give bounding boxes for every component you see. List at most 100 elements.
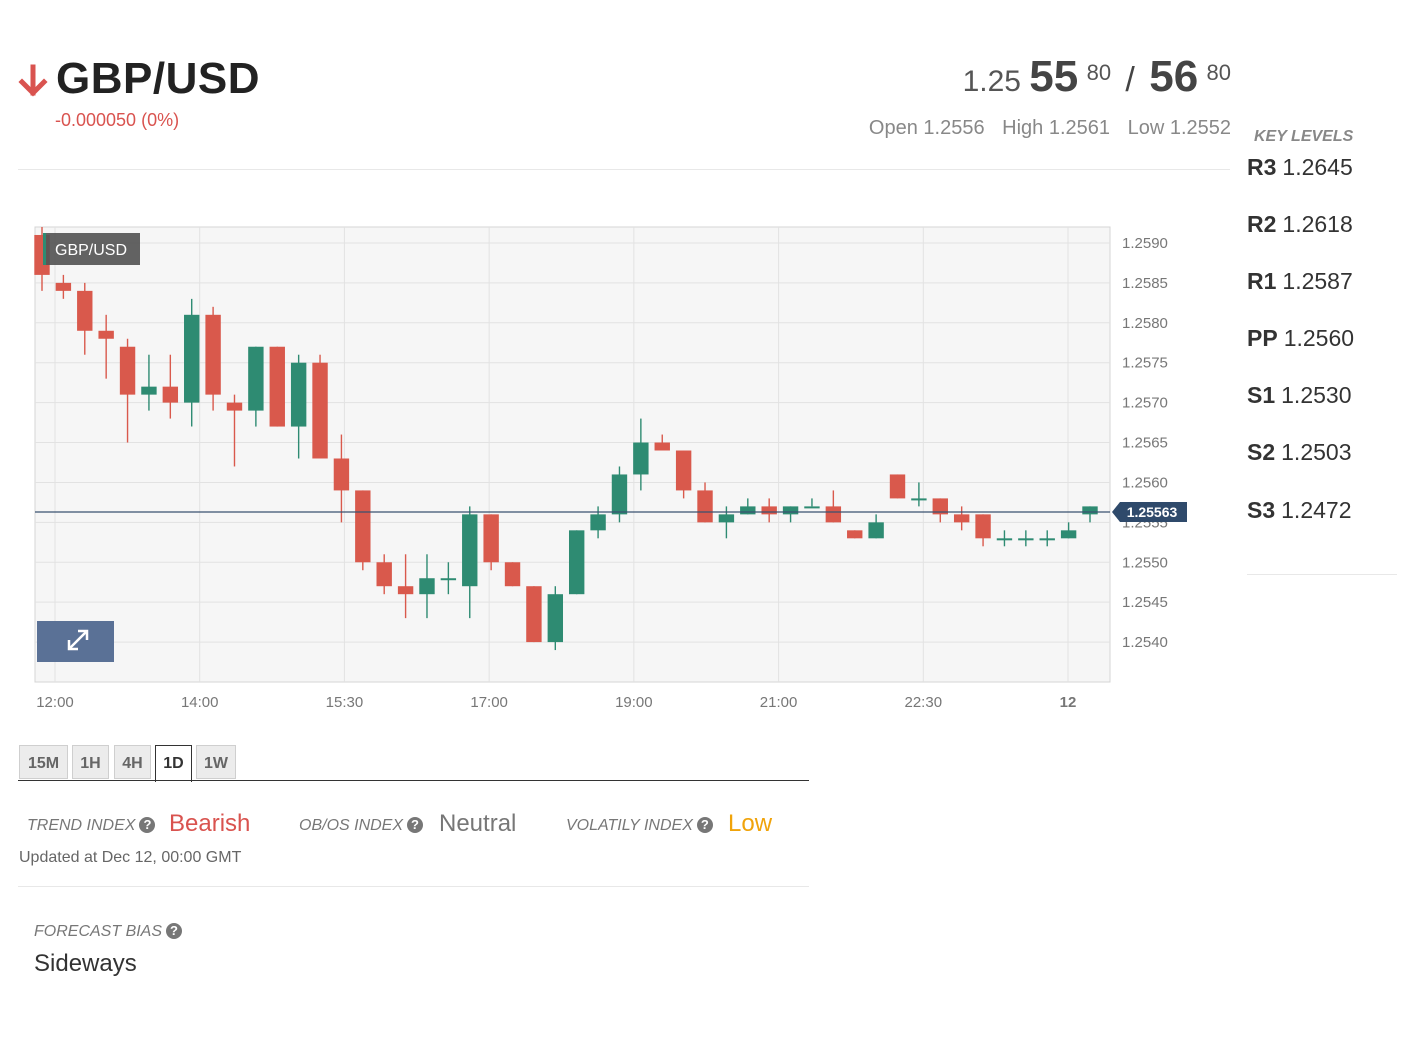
tab-4h[interactable]: 4H [114,745,151,779]
candle-body [804,506,820,509]
candle-body [782,506,799,515]
candle-body [119,346,136,395]
candle-body [675,450,692,491]
candle-body [333,458,350,491]
candle [611,466,628,523]
candle [483,514,499,571]
last-price-tag: 1.25563 [1112,501,1187,522]
candle-body [740,506,756,515]
quote-separator: / [1125,61,1135,99]
x-tick-label: 15:30 [326,694,364,711]
candle-body [355,490,371,563]
candle-body [911,498,927,501]
x-axis-labels: 12:00 14:00 15:30 17:00 19:00 21:00 22:30 12 [36,694,1076,711]
x-tick-label: 19:00 [615,694,653,711]
candle-body [1082,506,1098,515]
bid-big: 55 [1029,52,1079,101]
candle-body [847,530,863,539]
candle-body [718,514,735,523]
help-icon[interactable]: ? [166,923,183,939]
trend-index-value: Bearish [169,810,251,837]
key-level-r3: R3 1.2645 [1247,154,1353,180]
y-tick-label: 1.2565 [1122,435,1168,452]
x-tick-label: 14:00 [181,694,219,711]
help-icon[interactable]: ? [139,817,156,833]
divider [18,169,1230,170]
candle-body [162,386,179,403]
y-tick-label: 1.2560 [1122,474,1168,491]
tab-1h[interactable]: 1H [72,745,109,779]
candle-body [996,538,1013,541]
low-value: Low 1.2552 [1127,117,1231,139]
trend-index-label: TREND INDEX? [27,817,156,835]
open-value: Open 1.2556 [868,117,985,139]
series-label-badge: GBP/USD [43,233,140,265]
candle-body [226,402,243,411]
ask-sup: 80 [1206,60,1231,85]
y-tick-label: 1.2575 [1122,355,1168,372]
candle-body [953,514,970,523]
candle-body [504,562,521,587]
candle-body [184,314,200,403]
y-tick-label: 1.2585 [1122,275,1168,292]
tab-1w[interactable]: 1W [196,745,236,779]
candle-body [462,514,478,587]
candlestick-chart[interactable]: 1.2590 1.2585 1.2580 1.2575 1.2570 1.2565 1.25… [0,220,1230,720]
candle-body [55,282,72,291]
candle-body [868,522,884,539]
volatility-index-label: VOLATILY INDEX? [566,817,713,835]
key-level-s1: S1 1.2530 [1247,382,1352,408]
candle-body [889,474,906,499]
pair-title: GBP/USD [56,54,260,103]
plot-area [34,226,1111,683]
bid-ask-quote: 1.25 55 80 / 56 80 [963,52,1231,102]
updated-timestamp: Updated at Dec 12, 00:00 GMT [19,849,242,866]
candle [568,530,585,595]
candle-body [654,442,670,451]
forecast-bias-value: Sideways [34,950,137,977]
obos-index-label: OB/OS INDEX? [299,817,424,835]
candle-body [248,346,264,411]
candle-body [1060,530,1077,539]
candle-body [975,514,991,539]
y-axis-labels: 1.2590 1.2585 1.2580 1.2575 1.2570 1.2565 1.25… [1122,235,1168,651]
y-tick-label: 1.2550 [1122,554,1168,571]
candle-body [611,474,628,515]
candle-body [419,578,435,595]
candle [547,586,564,651]
candle-body [526,586,542,643]
tab-1d[interactable]: 1D [155,745,192,782]
candle-body [312,362,328,459]
candle-body [483,514,499,563]
tabs-underline [18,780,809,781]
obos-index-value: Neutral [439,810,517,837]
y-tick-label: 1.2545 [1122,594,1168,611]
candle [889,474,906,499]
down-arrow-icon [18,64,48,97]
candle-body [697,490,713,523]
candle [847,530,863,539]
open-high-low: Open 1.2556 High 1.2561 Low 1.2552 [857,117,1231,140]
volatility-index-value: Low [728,810,773,837]
ask-big: 56 [1149,52,1199,101]
key-level-r1: R1 1.2587 [1247,268,1353,294]
key-level-s3: S3 1.2472 [1247,497,1352,523]
tab-15m[interactable]: 15M [19,745,68,779]
price-change: -0.000050 (0%) [55,110,180,130]
y-tick-label: 1.2590 [1122,235,1168,252]
y-tick-label: 1.2570 [1122,395,1168,412]
candle-body [633,442,649,475]
divider [18,886,809,887]
candle-body [568,530,585,595]
candle [504,562,521,587]
candle [526,586,542,643]
x-tick-label: 22:30 [905,694,943,711]
candle [269,346,285,427]
candle-body [290,362,307,427]
expand-button[interactable] [37,621,114,662]
candle-body [825,506,842,523]
bid-prefix: 1.25 [962,65,1021,98]
key-level-r2: R2 1.2618 [1247,211,1353,237]
help-icon[interactable]: ? [696,817,713,833]
help-icon[interactable]: ? [407,817,424,833]
